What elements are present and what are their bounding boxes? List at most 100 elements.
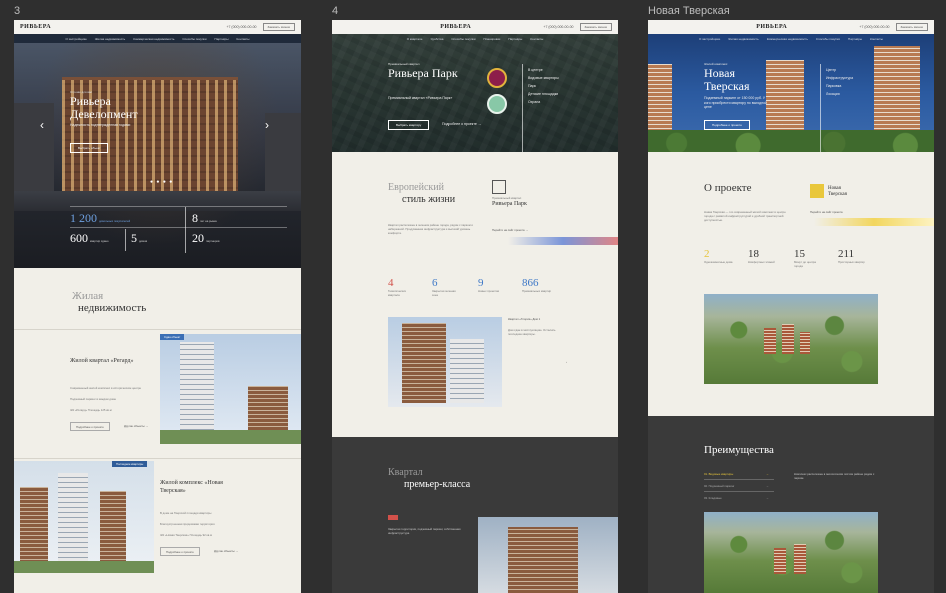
main-nav: О застройщике Жилая недвижимость Коммерч…: [14, 34, 301, 43]
project-card[interactable]: Жилой квартал «Регард» Современный жилой…: [14, 329, 301, 457]
status-badge: Сдан объект: [160, 334, 185, 340]
nav-item[interactable]: Контакты: [530, 37, 543, 41]
aerial-photo: [704, 512, 878, 593]
nav-item[interactable]: Партнёры: [215, 37, 229, 41]
stat-item: 2 Однокомнатные дома: [704, 248, 733, 264]
hero-title: Ривьера Девелопмент: [70, 94, 138, 121]
decorative-gradient: [814, 218, 934, 226]
section-heading: Жилая недвижимость: [72, 290, 147, 314]
choose-apartment-button[interactable]: Выбрать квартиру: [388, 120, 430, 130]
site-header: РИВЬЕРА +7 (000) 000-00-00 Заказать звон…: [648, 20, 934, 34]
project-card[interactable]: Последние квартиры Жилой комплекс «Новая…: [14, 458, 301, 593]
hero-feature: Видовые квартиры: [528, 76, 559, 80]
project-site-link[interactable]: Перейти на сайт проекта: [810, 210, 843, 214]
hero-subtitle: Премиальный квартал «Ривьера Парк»: [388, 96, 453, 100]
site-header: РИВЬЕРА +7 (000) 000-00-00 Заказать звон…: [14, 20, 301, 34]
callback-button[interactable]: Заказать звонок: [895, 23, 928, 31]
hero-feature: Инфраструктура: [826, 76, 854, 80]
column-number: 3: [14, 5, 21, 17]
project-details-button[interactable]: Подробнее о проекте: [160, 547, 200, 556]
project-feature: В доме на Тверской площади квартиры: [160, 511, 212, 515]
nav-item[interactable]: О застройщике: [699, 37, 720, 41]
dark-section: Квартал премьер-класса Закрытая территор…: [332, 437, 618, 593]
nav-item[interactable]: Коммерческая недвижимость: [133, 37, 174, 41]
divider: [70, 206, 287, 207]
project-title: Жилой квартал «Регард»: [70, 358, 134, 364]
dark-section-heading: премьер-класса: [404, 479, 471, 490]
divider: [522, 64, 523, 152]
house-title: Квартал «Глория» Дом 1: [508, 317, 541, 321]
hero-title: Новая Тверская: [704, 66, 750, 93]
main-nav: О застройщике Жилая недвижимость Коммерч…: [648, 34, 934, 43]
advantage-item[interactable]: 01. Видовые квартиры: [704, 472, 733, 476]
column-number: Новая Тверская: [648, 5, 730, 17]
award-badge-icon: [487, 68, 507, 88]
nav-item[interactable]: Контакты: [870, 37, 883, 41]
arrow-right-icon[interactable]: →: [766, 484, 769, 488]
phone-number[interactable]: +7 (000) 000-00-00: [859, 25, 889, 29]
page-mockup: РИВЬЕРА +7 (000) 000-00-00 Заказать звон…: [332, 20, 618, 593]
complex-image: [478, 517, 618, 593]
project-feature: Благоустроенная придомовая территория: [160, 522, 215, 526]
divider: [820, 64, 821, 152]
hero-banner: О квартале Удобства Способы покупки План…: [332, 34, 618, 152]
other-objects-link[interactable]: Другие объекты →: [214, 549, 238, 553]
site-logo[interactable]: РИВЬЕРА: [440, 24, 471, 30]
column-number: 4: [332, 5, 339, 17]
slider-dots[interactable]: ● ● ● ●: [150, 179, 173, 185]
advantage-item[interactable]: 02. Подземный паркинг: [704, 484, 734, 488]
hero-subtitle: Надежность подтвержденная годами: [70, 123, 131, 127]
prev-slide-arrow-icon[interactable]: ‹: [40, 118, 44, 132]
nav-item[interactable]: О квартале: [407, 37, 423, 41]
page-mockup: РИВЬЕРА +7 (000) 000-00-00 Заказать звон…: [648, 20, 934, 593]
callback-button[interactable]: Заказать звонок: [579, 23, 612, 31]
project-details-button[interactable]: Подробнее о проекте: [704, 120, 750, 130]
background-building: [265, 113, 301, 193]
other-objects-link[interactable]: Другие объекты →: [124, 424, 148, 428]
nav-item[interactable]: Жилая недвижимость: [95, 37, 125, 41]
nav-item[interactable]: Способы покупки: [182, 37, 206, 41]
nav-item[interactable]: Жилая недвижимость: [728, 37, 758, 41]
stat-item: 600 квартир сдано: [70, 231, 109, 245]
phone-number[interactable]: +7 (000) 000-00-00: [543, 25, 573, 29]
hero-subtitle: Подземный паркинг от 150 000 руб. У кого…: [704, 96, 768, 109]
project-site-link[interactable]: Перейти на сайт проекта →: [492, 228, 528, 232]
project-feature: ЖК «Новая Тверская» Площадь 92 кв.м: [160, 533, 212, 537]
accent-mark-icon: [388, 515, 398, 520]
site-header: РИВЬЕРА +7 (000) 000-00-00 Заказать звон…: [332, 20, 618, 34]
callback-button[interactable]: Заказать звонок: [262, 23, 295, 31]
site-logo[interactable]: РИВЬЕРА: [20, 24, 51, 30]
arrow-right-icon[interactable]: →: [766, 496, 769, 500]
stat-item: 15 Минут до центра города: [794, 248, 816, 268]
nav-item[interactable]: Партнёры: [508, 37, 522, 41]
nav-item[interactable]: Способы покупки: [451, 37, 475, 41]
nav-item[interactable]: О застройщике: [66, 37, 87, 41]
next-arrow-icon[interactable]: →: [780, 122, 784, 126]
project-details-button[interactable]: Подробнее о проекте: [70, 422, 110, 431]
nav-item[interactable]: Удобства: [430, 37, 443, 41]
choose-object-button[interactable]: Выбрать объект: [70, 143, 109, 153]
section-paragraph: Квартал расположен в зеленом районе горо…: [388, 223, 473, 235]
advantage-item[interactable]: 03. Кладовые: [704, 496, 722, 500]
nav-item[interactable]: Планировки: [484, 37, 501, 41]
arrow-right-icon[interactable]: →: [766, 472, 769, 476]
next-slide-arrow-icon[interactable]: ›: [265, 118, 269, 132]
project-feature: Подземный паркинг в каждом доме: [70, 397, 117, 401]
hero-feature: Парковка: [826, 84, 842, 88]
next-arrow-icon[interactable]: ›: [566, 360, 567, 364]
project-details-link[interactable]: Подробнее о проекте →: [442, 122, 481, 126]
phone-number[interactable]: +7 (000) 000-00-00: [226, 25, 256, 29]
divider: [125, 229, 126, 251]
stat-item: 9 Новых проектов: [478, 277, 499, 293]
dark-section-paragraph: Закрытая территория, подземный паркинг, …: [388, 527, 461, 535]
advantages-heading: Преимущества: [704, 444, 774, 456]
hero-banner: О застройщике Жилая недвижимость Коммерч…: [648, 34, 934, 152]
nav-item[interactable]: Коммерческая недвижимость: [767, 37, 808, 41]
award-badge-icon: [487, 94, 507, 114]
nav-item[interactable]: Способы покупки: [816, 37, 840, 41]
status-badge: Последние квартиры: [112, 461, 148, 467]
stat-item: 5 домов: [131, 231, 148, 245]
site-logo[interactable]: РИВЬЕРА: [756, 24, 787, 30]
nav-item[interactable]: Партнёры: [848, 37, 862, 41]
nav-item[interactable]: Контакты: [237, 37, 250, 41]
